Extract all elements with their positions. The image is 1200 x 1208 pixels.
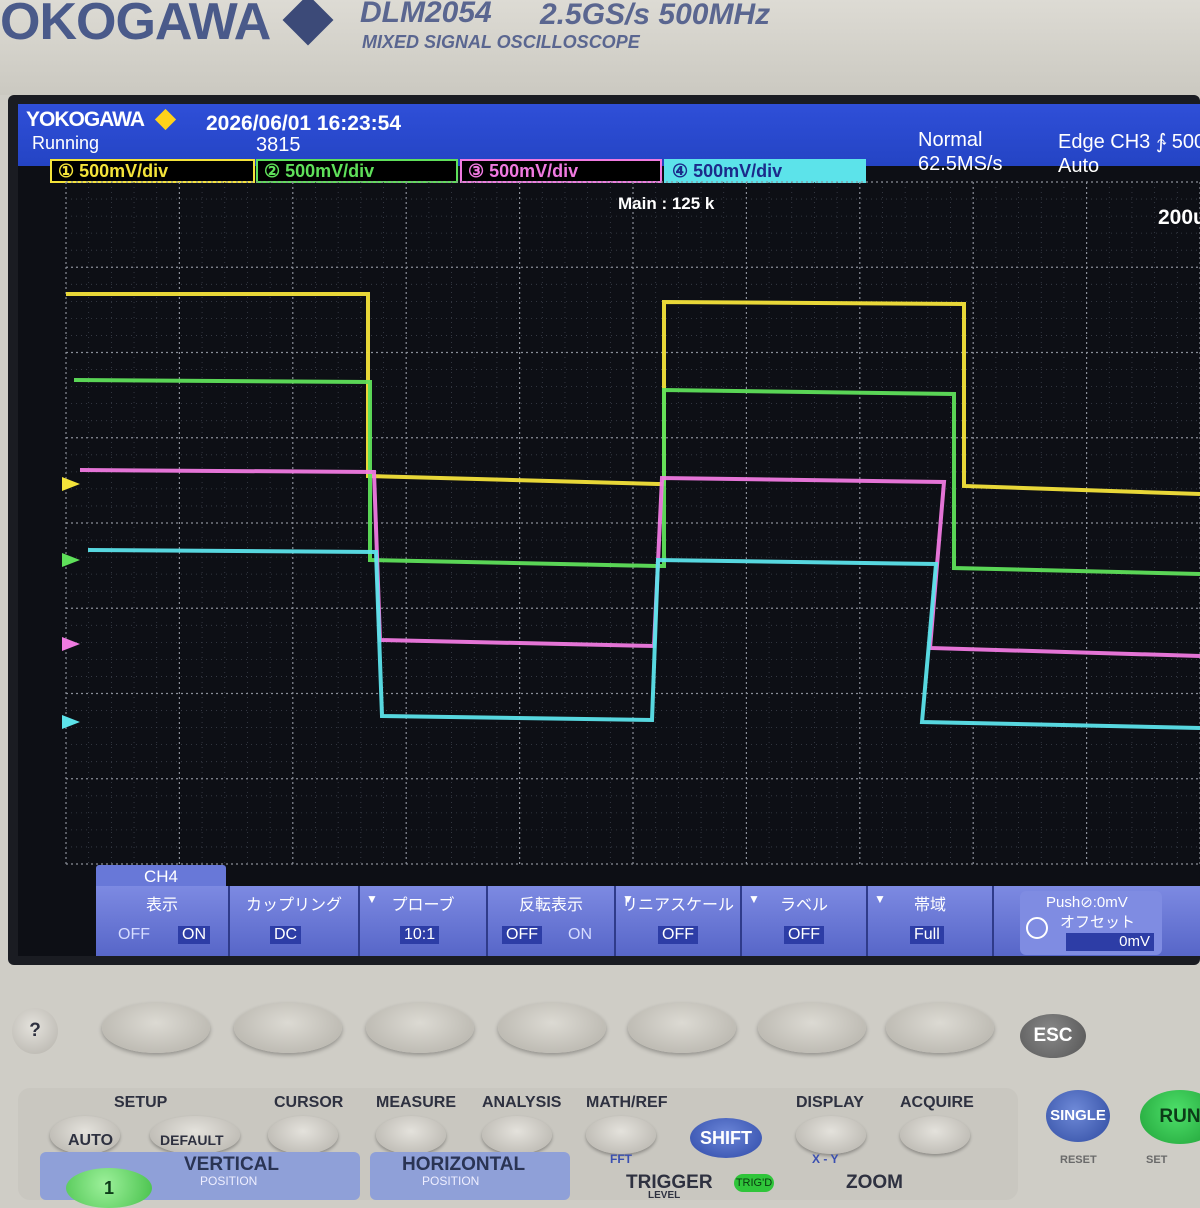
vertical-label: VERTICAL <box>184 1154 279 1175</box>
channel-ground-markers <box>62 477 80 729</box>
ch1-button[interactable]: 1 <box>66 1168 152 1208</box>
softkey-button-2[interactable] <box>234 1003 342 1053</box>
xy-label: X - Y <box>812 1152 839 1166</box>
channel-2-trace <box>73 378 1200 576</box>
softkey-invert-title: 反転表示 <box>518 897 583 914</box>
softkey-invert[interactable]: 反転表示 OFF ON <box>488 886 616 956</box>
offset-push-hint: Push⊘:0mV <box>1046 894 1128 911</box>
softkey-button-5[interactable] <box>628 1003 736 1053</box>
trigger-level-label: LEVEL <box>648 1190 681 1201</box>
help-button[interactable]: ? <box>12 1008 58 1054</box>
acquire-label: ACQUIRE <box>900 1094 974 1111</box>
offset-label: オフセット <box>1060 914 1136 931</box>
softkey-display-title: 表示 <box>145 897 178 914</box>
channel-3-trace <box>79 468 1200 658</box>
analysis-label: ANALYSIS <box>482 1094 562 1111</box>
esc-button[interactable]: ESC <box>1020 1014 1086 1058</box>
softkey-button-7[interactable] <box>886 1003 994 1053</box>
softkey-button-4[interactable] <box>498 1003 606 1053</box>
analysis-button[interactable] <box>482 1116 552 1154</box>
graticule-grid <box>65 181 1200 865</box>
timebase-readout: 200u <box>1158 206 1200 229</box>
single-button[interactable]: SINGLE <box>1046 1090 1110 1142</box>
softkey-button-6[interactable] <box>758 1003 866 1053</box>
knob-icon <box>1026 917 1048 939</box>
softkey-coupling[interactable]: カップリング DC <box>230 886 360 956</box>
run-button[interactable]: RUN <box>1140 1090 1200 1144</box>
zoom-label: ZOOM <box>846 1172 903 1193</box>
cursor-button[interactable] <box>268 1116 338 1154</box>
coupling-value: DC <box>270 926 302 944</box>
brand-logo: OKOGAWA <box>0 0 271 51</box>
vertical-section: VERTICAL POSITION 1 <box>40 1152 360 1208</box>
instrument-bezel: OKOGAWA DLM2054 2.5GS/s 500MHz MIXED SIG… <box>0 0 1200 95</box>
shift-button[interactable]: SHIFT <box>690 1118 762 1158</box>
channel-2-ground-marker <box>62 553 80 567</box>
softkey-coupling-title: カップリング <box>245 897 342 914</box>
softkey-display[interactable]: 表示 OFF ON <box>96 886 230 956</box>
softkey-linear-scale-title: リニアスケール <box>621 897 734 914</box>
model-name: DLM2054 <box>360 0 492 29</box>
auto-label: AUTO <box>68 1132 114 1149</box>
softkey-label-title: ラベル <box>779 897 828 914</box>
main-record-length: Main : 125 k <box>618 194 715 213</box>
acquire-button[interactable] <box>900 1116 970 1154</box>
default-label: DEFAULT <box>160 1132 224 1148</box>
softkey-bandwidth-title: 帯域 <box>913 897 946 914</box>
channel-4-trace <box>87 548 1200 730</box>
model-subtitle: MIXED SIGNAL OSCILLOSCOPE <box>362 32 640 52</box>
display-off-option: OFF <box>118 926 150 943</box>
display-label: DISPLAY <box>796 1094 864 1111</box>
display-on-option: ON <box>178 926 210 944</box>
set-label: SET <box>1146 1154 1168 1166</box>
bandwidth-value: Full <box>910 926 944 944</box>
label-value: OFF <box>784 926 824 944</box>
reset-label: RESET <box>1060 1154 1097 1166</box>
softkey-button-3[interactable] <box>366 1003 474 1053</box>
softkey-probe[interactable]: ▼ プローブ 10:1 <box>360 886 488 956</box>
linear-scale-value: OFF <box>658 926 698 944</box>
softkey-linear-scale[interactable]: ▼ リニアスケール OFF <box>616 886 742 956</box>
trigd-indicator: TRIG'D <box>734 1174 774 1192</box>
oscilloscope-screen: YOKOGAWA Running 2026/06/01 16:23:54 381… <box>18 104 1200 956</box>
channel-3-ground-marker <box>62 637 80 651</box>
horizontal-position-label: POSITION <box>422 1174 480 1188</box>
brand-diamond-icon <box>282 0 334 46</box>
invert-off-option: OFF <box>502 926 542 944</box>
waveform-display <box>62 181 1200 865</box>
softkey-label[interactable]: ▼ ラベル OFF <box>742 886 868 956</box>
softkey-probe-title: プローブ <box>391 897 455 914</box>
vertical-position-label: POSITION <box>200 1174 258 1188</box>
horizontal-label: HORIZONTAL <box>402 1154 526 1175</box>
fft-label: FFT <box>610 1152 632 1166</box>
channel-4-ground-marker <box>62 715 80 729</box>
math-ref-label: MATH/REF <box>586 1094 668 1111</box>
setup-label: SETUP <box>114 1094 168 1111</box>
offset-value: 0mV <box>1066 933 1154 951</box>
invert-on-option: ON <box>568 926 592 943</box>
math-ref-button[interactable] <box>586 1116 656 1154</box>
model-spec: 2.5GS/s 500MHz <box>540 0 771 31</box>
softkey-button-1[interactable] <box>102 1003 210 1053</box>
measure-button[interactable] <box>376 1116 446 1154</box>
horizontal-section: HORIZONTAL POSITION <box>370 1152 570 1200</box>
softkey-bandwidth[interactable]: ▼ 帯域 Full <box>868 886 994 956</box>
cursor-label: CURSOR <box>274 1094 344 1111</box>
measure-label: MEASURE <box>376 1094 457 1111</box>
display-button[interactable] <box>796 1116 866 1154</box>
probe-value: 10:1 <box>400 926 440 944</box>
offset-softkey[interactable]: Push⊘:0mV オフセット 0mV <box>1020 891 1162 955</box>
